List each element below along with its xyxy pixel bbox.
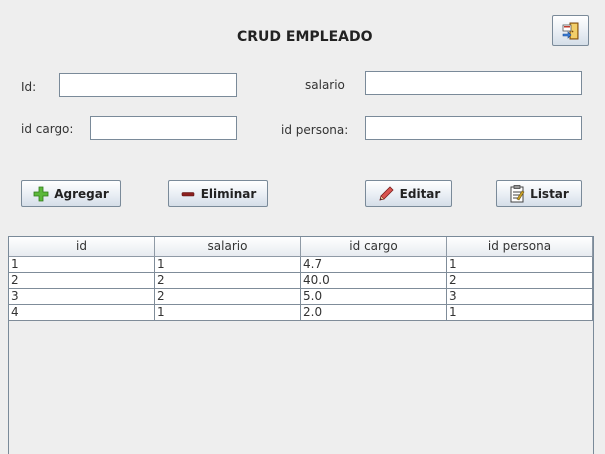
plus-icon <box>33 186 49 201</box>
id-field[interactable] <box>59 73 237 97</box>
exit-button[interactable] <box>552 15 589 46</box>
table-cell[interactable]: 1 <box>155 305 301 321</box>
table-row[interactable]: 1 1 4.7 1 <box>9 257 593 273</box>
listar-label: Listar <box>530 186 569 201</box>
id-cargo-field[interactable] <box>90 116 237 140</box>
table-cell[interactable]: 1 <box>447 305 593 321</box>
list-icon <box>510 184 525 202</box>
empleado-table[interactable]: id salario id cargo id persona 1 1 4.7 1… <box>8 236 594 454</box>
table-cell[interactable]: 2.0 <box>301 305 447 321</box>
table-cell[interactable]: 40.0 <box>301 273 447 289</box>
column-header-salario[interactable]: salario <box>155 237 301 257</box>
column-header-id-cargo[interactable]: id cargo <box>301 237 447 257</box>
eliminar-label: Eliminar <box>200 186 257 201</box>
editar-button[interactable]: Editar <box>365 180 452 207</box>
table-header: id salario id cargo id persona <box>9 237 593 257</box>
table-row[interactable]: 3 2 5.0 3 <box>9 289 593 305</box>
salario-label: salario <box>305 78 345 92</box>
eliminar-button[interactable]: Eliminar <box>168 180 268 207</box>
table-cell[interactable]: 1 <box>447 257 593 273</box>
agregar-button[interactable]: Agregar <box>21 180 121 207</box>
pencil-icon <box>379 185 394 201</box>
table-cell[interactable]: 4 <box>9 305 155 321</box>
column-header-id-persona[interactable]: id persona <box>447 237 593 257</box>
table-cell[interactable]: 2 <box>447 273 593 289</box>
table-row[interactable]: 4 1 2.0 1 <box>9 305 593 321</box>
table-cell[interactable]: 3 <box>447 289 593 305</box>
editar-label: Editar <box>399 186 441 201</box>
id-label: Id: <box>21 80 37 94</box>
id-persona-label: id persona: <box>281 123 349 137</box>
table-row[interactable]: 2 2 40.0 2 <box>9 273 593 289</box>
exit-door-icon <box>562 22 578 39</box>
table-cell[interactable]: 4.7 <box>301 257 447 273</box>
table-cell[interactable]: 3 <box>9 289 155 305</box>
salario-field[interactable] <box>365 71 582 95</box>
agregar-label: Agregar <box>54 186 109 201</box>
column-header-id[interactable]: id <box>9 237 155 257</box>
table-cell[interactable]: 1 <box>9 257 155 273</box>
id-cargo-label: id cargo: <box>21 122 74 136</box>
minus-icon <box>181 191 194 196</box>
table-cell[interactable]: 5.0 <box>301 289 447 305</box>
listar-button[interactable]: Listar <box>496 180 582 207</box>
page-title: CRUD EMPLEADO <box>237 29 373 45</box>
table-cell[interactable]: 2 <box>155 289 301 305</box>
table-cell[interactable]: 2 <box>9 273 155 289</box>
table-cell[interactable]: 1 <box>155 257 301 273</box>
table-cell[interactable]: 2 <box>155 273 301 289</box>
id-persona-field[interactable] <box>365 116 582 140</box>
